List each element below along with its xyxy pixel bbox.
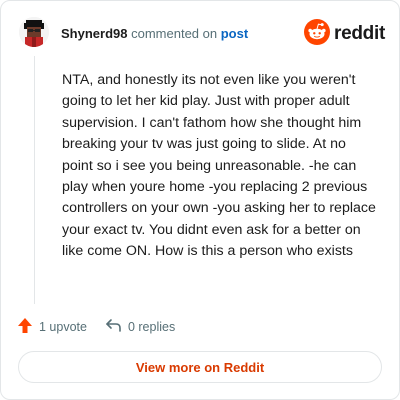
upvote-count: 1 upvote <box>39 320 87 334</box>
reddit-logo[interactable]: reddit <box>304 18 385 50</box>
comment-header: Shynerd98 commented on post reddit <box>17 17 385 51</box>
comment-actions: 1 upvote 0 replies <box>17 316 193 338</box>
reddit-wordmark: reddit <box>334 23 385 44</box>
comment-embed-card: Shynerd98 commented on post reddit NTA, … <box>0 0 400 400</box>
thread-line <box>34 56 35 304</box>
reply-arrow-icon <box>105 318 128 336</box>
upvote-arrow-icon <box>17 317 39 337</box>
reply-count: 0 replies <box>127 320 176 334</box>
action-text: commented on <box>131 26 218 41</box>
post-link[interactable]: post <box>221 26 248 41</box>
upvote-button[interactable]: 1 upvote <box>17 317 87 337</box>
replies-button[interactable]: 0 replies <box>105 318 175 336</box>
comment-meta: Shynerd98 commented on post <box>61 26 248 41</box>
comment-body: NTA, and honestly its not even like you … <box>62 72 376 260</box>
author-name[interactable]: Shynerd98 <box>61 26 127 41</box>
user-avatar[interactable] <box>19 17 49 47</box>
reddit-snoo-icon <box>304 18 331 50</box>
view-more-button[interactable]: View more on Reddit <box>18 351 382 383</box>
